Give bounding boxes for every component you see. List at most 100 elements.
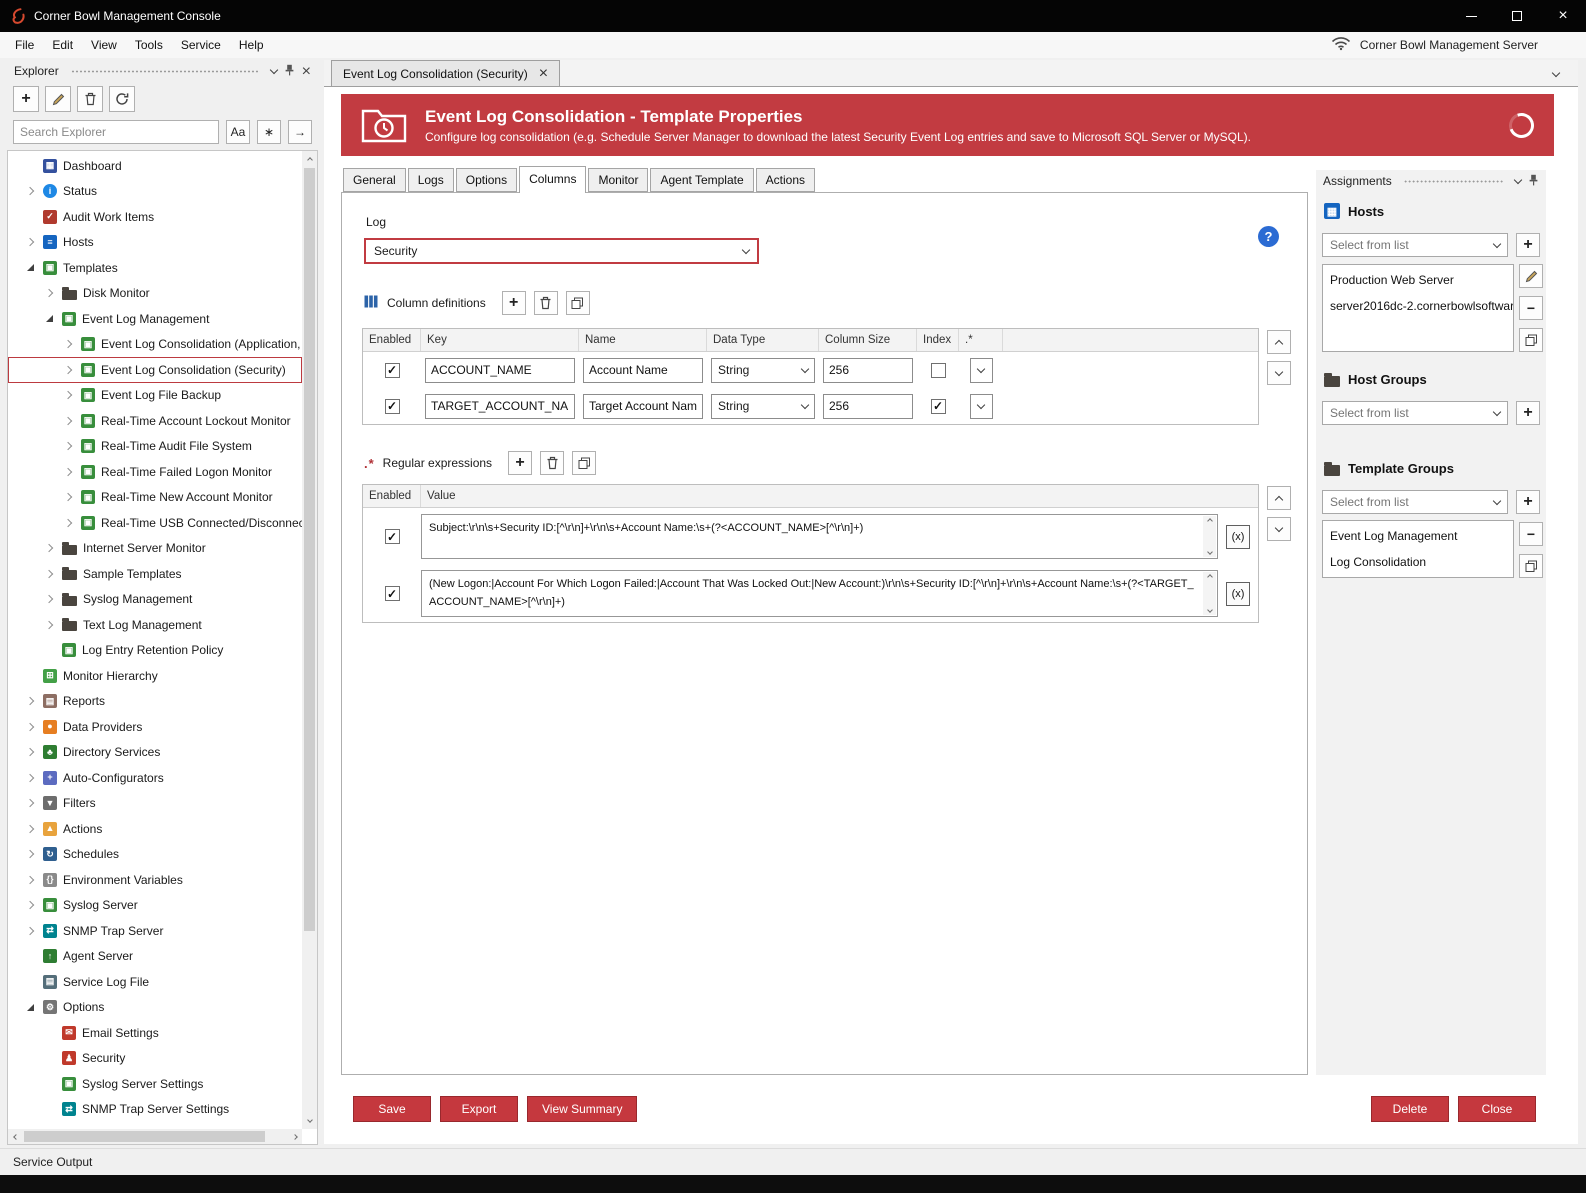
tree-item-data-providers[interactable]: ●Data Providers (8, 714, 302, 740)
minimize-button[interactable] (1448, 0, 1494, 32)
tree-item-status[interactable]: iStatus (8, 179, 302, 205)
tree-item-event-log-consolidation-application-s[interactable]: ▣Event Log Consolidation (Application, S (8, 332, 302, 358)
add-template-group-button[interactable] (1516, 490, 1540, 514)
tree-item-schedules[interactable]: ↻Schedules (8, 842, 302, 868)
regex-box-scrollbar[interactable] (1203, 516, 1216, 557)
tab-options[interactable]: Options (456, 168, 517, 192)
expand-arrow-icon[interactable] (42, 622, 56, 628)
column-key-input[interactable] (425, 394, 575, 419)
tree-item-actions[interactable]: ▲Actions (8, 816, 302, 842)
host-groups-select[interactable]: Select from list (1322, 401, 1508, 425)
column-size-input[interactable] (823, 394, 913, 419)
copy-regex-button[interactable] (572, 451, 596, 475)
insert-variable-button[interactable]: (x) (1226, 582, 1250, 606)
delete-template-button[interactable]: Delete (1371, 1096, 1449, 1122)
tree-item-real-time-account-lockout-monitor[interactable]: ▣Real-Time Account Lockout Monitor (8, 408, 302, 434)
tree-item-event-log-file-backup[interactable]: ▣Event Log File Backup (8, 383, 302, 409)
expand-arrow-icon[interactable] (42, 571, 56, 577)
regex-box-scrollbar[interactable] (1203, 572, 1216, 614)
edit-host-button[interactable] (1519, 264, 1543, 288)
host-list-item[interactable]: Production Web Server (1323, 267, 1513, 293)
view-summary-button[interactable]: View Summary (527, 1096, 637, 1122)
tree-horizontal-scrollbar[interactable] (8, 1129, 302, 1144)
column-name-input[interactable] (583, 394, 703, 419)
expand-arrow-icon[interactable] (23, 239, 37, 245)
expand-arrow-icon[interactable] (23, 877, 37, 883)
move-up-button[interactable] (1267, 330, 1291, 354)
menu-help[interactable]: Help (230, 32, 273, 58)
column-datatype-select[interactable]: String (711, 358, 815, 383)
expand-arrow-icon[interactable] (61, 520, 75, 526)
expand-arrow-icon[interactable] (23, 724, 37, 730)
column-enabled-checkbox[interactable]: ✓ (385, 363, 400, 378)
tree-item-syslog-management[interactable]: Syslog Management (8, 587, 302, 613)
explorer-close-icon[interactable] (302, 63, 311, 80)
menu-tools[interactable]: Tools (126, 32, 172, 58)
vertical-scroll-thumb[interactable] (304, 168, 315, 931)
tree-item-options[interactable]: ⚙Options (8, 995, 302, 1021)
collapse-arrow-icon[interactable] (23, 1004, 37, 1011)
expand-arrow-icon[interactable] (61, 418, 75, 424)
tab-agent-template[interactable]: Agent Template (650, 168, 753, 192)
tree-item-directory-services[interactable]: ♣Directory Services (8, 740, 302, 766)
tree-item-monitor-hierarchy[interactable]: ⊞Monitor Hierarchy (8, 663, 302, 689)
tree-item-security[interactable]: ♟Security (8, 1046, 302, 1072)
tree-item-audit-work-items[interactable]: ✓Audit Work Items (8, 204, 302, 230)
document-tab[interactable]: Event Log Consolidation (Security) (331, 60, 560, 86)
scroll-left-arrow[interactable] (8, 1129, 23, 1144)
column-key-input[interactable] (425, 358, 575, 383)
search-input[interactable] (13, 120, 219, 144)
tab-actions[interactable]: Actions (756, 168, 815, 192)
column-options-dropdown-button[interactable] (970, 358, 993, 383)
refresh-button[interactable] (109, 86, 135, 112)
expand-arrow-icon[interactable] (61, 392, 75, 398)
expand-arrow-icon[interactable] (61, 494, 75, 500)
match-case-button[interactable]: Aa (226, 120, 250, 144)
regex-value-box[interactable]: Subject:\r\n\s+Security ID:[^\r\n]+\r\n\… (421, 514, 1218, 559)
close-tab-icon[interactable] (539, 66, 548, 82)
tree-item-hosts[interactable]: ≡Hosts (8, 230, 302, 256)
edit-button[interactable] (45, 86, 71, 112)
tab-columns[interactable]: Columns (519, 166, 586, 193)
tree-item-snmp-trap-server[interactable]: ⇄SNMP Trap Server (8, 918, 302, 944)
copy-column-button[interactable] (566, 291, 590, 315)
move-down-button[interactable] (1267, 361, 1291, 385)
collapse-arrow-icon[interactable] (23, 264, 37, 271)
tree-item-filters[interactable]: ▼Filters (8, 791, 302, 817)
close-button[interactable] (1540, 0, 1586, 32)
insert-variable-button[interactable]: (x) (1226, 525, 1250, 549)
help-icon[interactable]: ? (1258, 226, 1279, 247)
tree-item-event-log-management[interactable]: ▣Event Log Management (8, 306, 302, 332)
expand-arrow-icon[interactable] (23, 749, 37, 755)
save-button[interactable]: Save (353, 1096, 431, 1122)
delete-column-button[interactable] (534, 291, 558, 315)
regex-enabled-checkbox[interactable]: ✓ (385, 529, 400, 544)
add-column-button[interactable] (502, 291, 526, 315)
tree-item-text-log-management[interactable]: Text Log Management (8, 612, 302, 638)
tree-vertical-scrollbar[interactable] (302, 151, 317, 1129)
template-group-list-item[interactable]: Event Log Management (1323, 523, 1513, 549)
expand-arrow-icon[interactable] (61, 443, 75, 449)
tree-item-syslog-server[interactable]: ▣Syslog Server (8, 893, 302, 919)
move-up-button[interactable] (1267, 486, 1291, 510)
tree-item-internet-server-monitor[interactable]: Internet Server Monitor (8, 536, 302, 562)
remove-template-group-button[interactable] (1519, 522, 1543, 546)
tree-item-agent-server[interactable]: ↑Agent Server (8, 944, 302, 970)
move-down-button[interactable] (1267, 517, 1291, 541)
menu-file[interactable]: File (6, 32, 43, 58)
scroll-right-arrow[interactable] (287, 1129, 302, 1144)
tree-item-real-time-failed-logon-monitor[interactable]: ▣Real-Time Failed Logon Monitor (8, 459, 302, 485)
column-datatype-select[interactable]: String (711, 394, 815, 419)
add-regex-button[interactable] (508, 451, 532, 475)
remove-host-button[interactable] (1519, 296, 1543, 320)
expand-arrow-icon[interactable] (42, 596, 56, 602)
expand-arrow-icon[interactable] (61, 469, 75, 475)
expand-arrow-icon[interactable] (61, 341, 75, 347)
copy-host-button[interactable] (1519, 328, 1543, 352)
tree-item-environment-variables[interactable]: {}Environment Variables (8, 867, 302, 893)
column-enabled-checkbox[interactable]: ✓ (385, 399, 400, 414)
expand-arrow-icon[interactable] (61, 367, 75, 373)
column-options-dropdown-button[interactable] (970, 394, 993, 419)
wildcard-button[interactable]: ∗ (257, 120, 281, 144)
collapse-arrow-icon[interactable] (42, 315, 56, 322)
